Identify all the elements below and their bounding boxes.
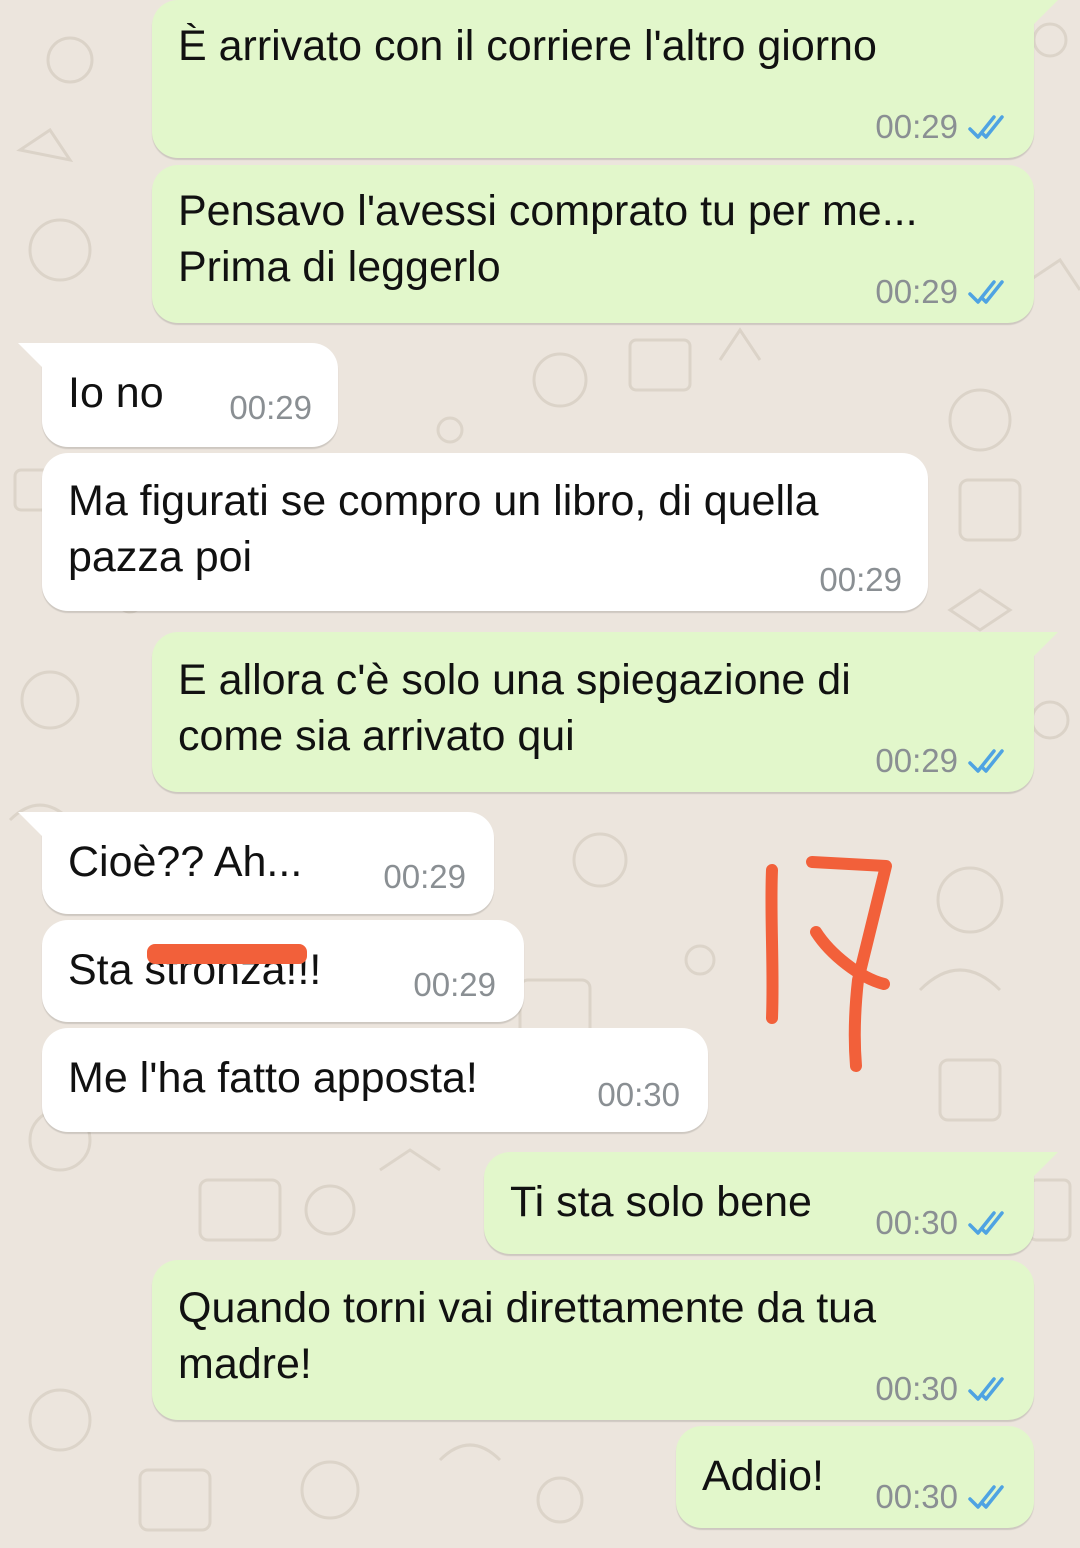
double-check-icon (968, 1211, 1004, 1235)
message-meta: 00:29 (229, 389, 312, 427)
message-meta: 00:29 (413, 966, 496, 1004)
message-time: 00:30 (875, 1370, 958, 1407)
message-time: 00:30 (875, 1204, 958, 1241)
message-bubble-incoming[interactable]: Io no 00:29 (18, 343, 338, 447)
message-meta: 00:30 (875, 1204, 1012, 1242)
message-time: 00:30 (875, 1478, 958, 1515)
message-meta: 00:29 (819, 561, 902, 599)
message-bubble-outgoing[interactable]: E allora c'è solo una spiegazione di com… (152, 632, 1058, 792)
message-time: 00:29 (875, 273, 958, 310)
message-text: Me l'ha fatto apposta! (68, 1054, 478, 1102)
redaction-stroke (147, 944, 307, 964)
double-check-icon (968, 749, 1004, 773)
message-time: 00:29 (875, 108, 958, 145)
message-bubble-outgoing[interactable]: È arrivato con il corriere l'altro giorn… (152, 0, 1058, 158)
message-meta: 00:29 (875, 273, 1012, 311)
message-meta: 00:30 (875, 1370, 1012, 1408)
message-meta: 00:29 (875, 742, 1012, 780)
message-bubble-incoming[interactable]: Me l'ha fatto apposta! 00:30 (42, 1028, 708, 1132)
double-check-icon (968, 115, 1004, 139)
message-text: È arrivato con il corriere l'altro giorn… (178, 22, 877, 70)
message-time: 00:29 (875, 742, 958, 779)
message-time: 00:29 (383, 858, 466, 895)
message-meta: 00:29 (383, 858, 466, 896)
message-meta: 00:30 (597, 1076, 680, 1114)
message-meta: 00:29 (875, 108, 1012, 146)
message-text: Ma figurati se compro un libro, di quell… (68, 477, 819, 581)
double-check-icon (968, 1377, 1004, 1401)
double-check-icon (968, 1485, 1004, 1509)
message-meta: 00:30 (875, 1478, 1012, 1516)
message-time: 00:30 (597, 1076, 680, 1113)
message-bubble-incoming[interactable]: Ma figurati se compro un libro, di quell… (42, 453, 928, 611)
message-time: 00:29 (413, 966, 496, 1003)
handwritten-number-annotation (765, 856, 892, 1072)
message-bubble-incoming[interactable]: Cioè?? Ah... 00:29 (18, 812, 494, 914)
message-time: 00:29 (819, 561, 902, 598)
message-bubble-outgoing[interactable]: Quando torni vai direttamente da tua mad… (152, 1260, 1034, 1420)
message-bubble-outgoing[interactable]: Ti sta solo bene 00:30 (484, 1152, 1058, 1254)
double-check-icon (968, 280, 1004, 304)
message-time: 00:29 (229, 389, 312, 426)
message-bubble-outgoing[interactable]: Pensavo l'avessi comprato tu per me... P… (152, 165, 1034, 323)
message-bubble-outgoing[interactable]: Addio! 00:30 (676, 1426, 1034, 1528)
message-bubble-incoming[interactable]: Sta stronza!!! 00:29 (42, 920, 524, 1022)
